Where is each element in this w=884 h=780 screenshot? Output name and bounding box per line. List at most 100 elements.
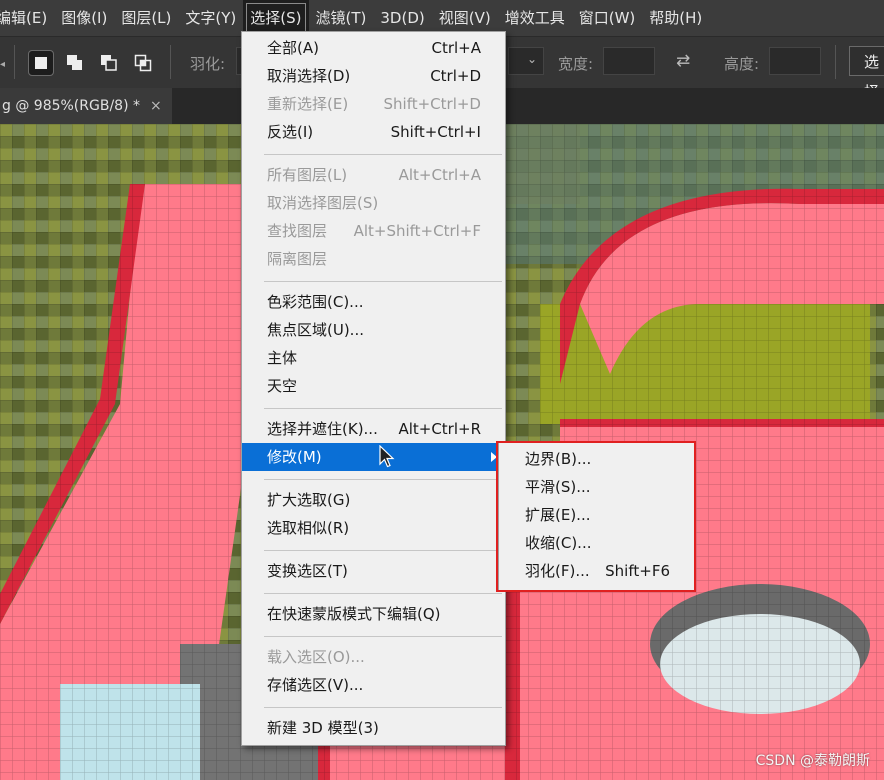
- menu-item-shortcut: Alt+Shift+Ctrl+F: [353, 222, 481, 240]
- menu-item-label: 平滑(S)...: [525, 478, 591, 496]
- divider: [14, 45, 15, 79]
- new-selection-icon[interactable]: [28, 50, 54, 76]
- menu-item-label: 收缩(C)...: [525, 534, 592, 552]
- menu-item-label: 所有图层(L): [267, 166, 348, 184]
- menu-item-label: 天空: [267, 377, 298, 395]
- menu-item-shortcut: Alt+Ctrl+R: [398, 420, 481, 438]
- add-to-selection-icon[interactable]: [63, 51, 87, 75]
- swap-icon[interactable]: ⇄: [676, 51, 690, 71]
- menu-item-shortcut: Ctrl+D: [430, 67, 481, 85]
- menu-item-label: 全部(A): [267, 39, 319, 57]
- menu-item-shortcut: Shift+Ctrl+D: [383, 95, 481, 113]
- document-title: g @ 985%(RGB/8) *: [2, 98, 140, 114]
- submenu-item-feather[interactable]: 羽化(F)... Shift+F6: [499, 557, 694, 585]
- menu-edit[interactable]: 编辑(E): [0, 0, 54, 36]
- menu-item-transform-selection[interactable]: 变换选区(T): [242, 557, 505, 585]
- menu-item-color-range[interactable]: 色彩范围(C)...: [242, 288, 505, 316]
- submenu-item-smooth[interactable]: 平滑(S)...: [499, 473, 694, 501]
- menu-item-label: 选取相似(R): [267, 519, 350, 537]
- close-icon[interactable]: ×: [150, 98, 162, 114]
- menu-item-subject[interactable]: 主体: [242, 344, 505, 372]
- menu-type[interactable]: 文字(Y): [178, 0, 243, 36]
- menu-item-label: 查找图层: [267, 222, 328, 240]
- menu-item-label: 载入选区(O)...: [267, 648, 365, 666]
- menu-help[interactable]: 帮助(H): [642, 0, 709, 36]
- menu-item-label: 焦点区域(U)...: [267, 321, 364, 339]
- divider: [835, 45, 836, 79]
- menu-item-label: 选择并遮住(K)...: [267, 420, 378, 438]
- height-input[interactable]: [769, 47, 821, 75]
- menu-window[interactable]: 窗口(W): [572, 0, 643, 36]
- menu-item-focus-area[interactable]: 焦点区域(U)...: [242, 316, 505, 344]
- modify-submenu: 边界(B)... 平滑(S)... 扩展(E)... 收缩(C)... 羽化(F…: [498, 441, 695, 591]
- menu-item-sky[interactable]: 天空: [242, 372, 505, 400]
- feather-label: 羽化:: [190, 55, 226, 73]
- menu-item-label: 变换选区(T): [267, 562, 348, 580]
- submenu-arrow-icon: [491, 452, 497, 462]
- menu-item-label: 反选(I): [267, 123, 314, 141]
- menu-item-shortcut: Shift+F6: [605, 562, 670, 580]
- menu-item-isolate-layers: 隔离图层: [242, 245, 505, 273]
- width-label: 宽度:: [558, 55, 594, 73]
- subtract-from-selection-icon[interactable]: [97, 51, 121, 75]
- submenu-item-expand[interactable]: 扩展(E)...: [499, 501, 694, 529]
- divider: [170, 45, 171, 79]
- menu-layer[interactable]: 图层(L): [114, 0, 178, 36]
- menu-item-label: 新建 3D 模型(3): [267, 719, 379, 737]
- menu-item-label: 取消选择图层(S): [267, 194, 379, 212]
- menu-separator: [264, 636, 502, 637]
- chevron-down-icon: ⌄: [526, 52, 537, 66]
- menu-item-label: 在快速蒙版模式下编辑(Q): [267, 605, 441, 623]
- height-label: 高度:: [724, 55, 760, 73]
- select-menu: 全部(A) Ctrl+A 取消选择(D) Ctrl+D 重新选择(E) Shift+C…: [241, 31, 506, 746]
- menu-item-new-3d-model[interactable]: 新建 3D 模型(3): [242, 714, 505, 742]
- menu-item-label: 取消选择(D): [267, 67, 351, 85]
- menu-separator: [264, 707, 502, 708]
- menu-item-find-layers: 查找图层 Alt+Shift+Ctrl+F: [242, 217, 505, 245]
- document-tab[interactable]: g @ 985%(RGB/8) * ×: [0, 88, 172, 124]
- menu-item-all-layers: 所有图层(L) Alt+Ctrl+A: [242, 161, 505, 189]
- menu-separator: [264, 408, 502, 409]
- menu-item-all[interactable]: 全部(A) Ctrl+A: [242, 34, 505, 62]
- menu-item-modify[interactable]: 修改(M): [242, 443, 505, 471]
- menu-item-grow[interactable]: 扩大选取(G): [242, 486, 505, 514]
- style-dropdown[interactable]: ⌄: [508, 47, 544, 75]
- intersect-selection-icon[interactable]: [131, 51, 155, 75]
- menu-item-label: 羽化(F)...: [525, 562, 590, 580]
- menu-item-label: 主体: [267, 349, 298, 367]
- menu-item-label: 边界(B)...: [525, 450, 592, 468]
- menu-item-load-selection: 载入选区(O)...: [242, 643, 505, 671]
- chevron-left-icon: ◂: [0, 59, 6, 70]
- watermark: CSDN @泰勒朗斯: [755, 753, 870, 769]
- submenu-item-border[interactable]: 边界(B)...: [499, 445, 694, 473]
- menu-separator: [264, 154, 502, 155]
- menu-item-deselect[interactable]: 取消选择(D) Ctrl+D: [242, 62, 505, 90]
- mouse-pointer-icon: [379, 444, 395, 473]
- width-input[interactable]: [603, 47, 655, 75]
- menu-image[interactable]: 图像(I): [54, 0, 114, 36]
- menu-item-select-and-mask[interactable]: 选择并遮住(K)... Alt+Ctrl+R: [242, 415, 505, 443]
- menu-separator: [264, 479, 502, 480]
- menu-item-shortcut: Alt+Ctrl+A: [398, 166, 481, 184]
- menu-plugins[interactable]: 增效工具: [498, 0, 572, 36]
- menu-item-deselect-layers: 取消选择图层(S): [242, 189, 505, 217]
- menu-item-label: 修改(M): [267, 448, 322, 466]
- menu-separator: [264, 550, 502, 551]
- menu-item-inverse[interactable]: 反选(I) Shift+Ctrl+I: [242, 118, 505, 146]
- menu-item-label: 扩大选取(G): [267, 491, 351, 509]
- menu-item-label: 隔离图层: [267, 250, 328, 268]
- menu-separator: [264, 593, 502, 594]
- menu-item-save-selection[interactable]: 存储选区(V)...: [242, 671, 505, 699]
- select-and-mask-button[interactable]: 选择: [849, 46, 884, 101]
- submenu-item-contract[interactable]: 收缩(C)...: [499, 529, 694, 557]
- menu-item-label: 色彩范围(C)...: [267, 293, 364, 311]
- menu-item-label: 存储选区(V)...: [267, 676, 364, 694]
- menu-item-shortcut: Ctrl+A: [431, 39, 481, 57]
- menu-item-quick-mask[interactable]: 在快速蒙版模式下编辑(Q): [242, 600, 505, 628]
- menu-item-label: 扩展(E)...: [525, 506, 591, 524]
- menu-separator: [264, 281, 502, 282]
- menu-item-reselect: 重新选择(E) Shift+Ctrl+D: [242, 90, 505, 118]
- menu-item-similar[interactable]: 选取相似(R): [242, 514, 505, 542]
- menu-item-label: 重新选择(E): [267, 95, 349, 113]
- menu-item-shortcut: Shift+Ctrl+I: [390, 123, 481, 141]
